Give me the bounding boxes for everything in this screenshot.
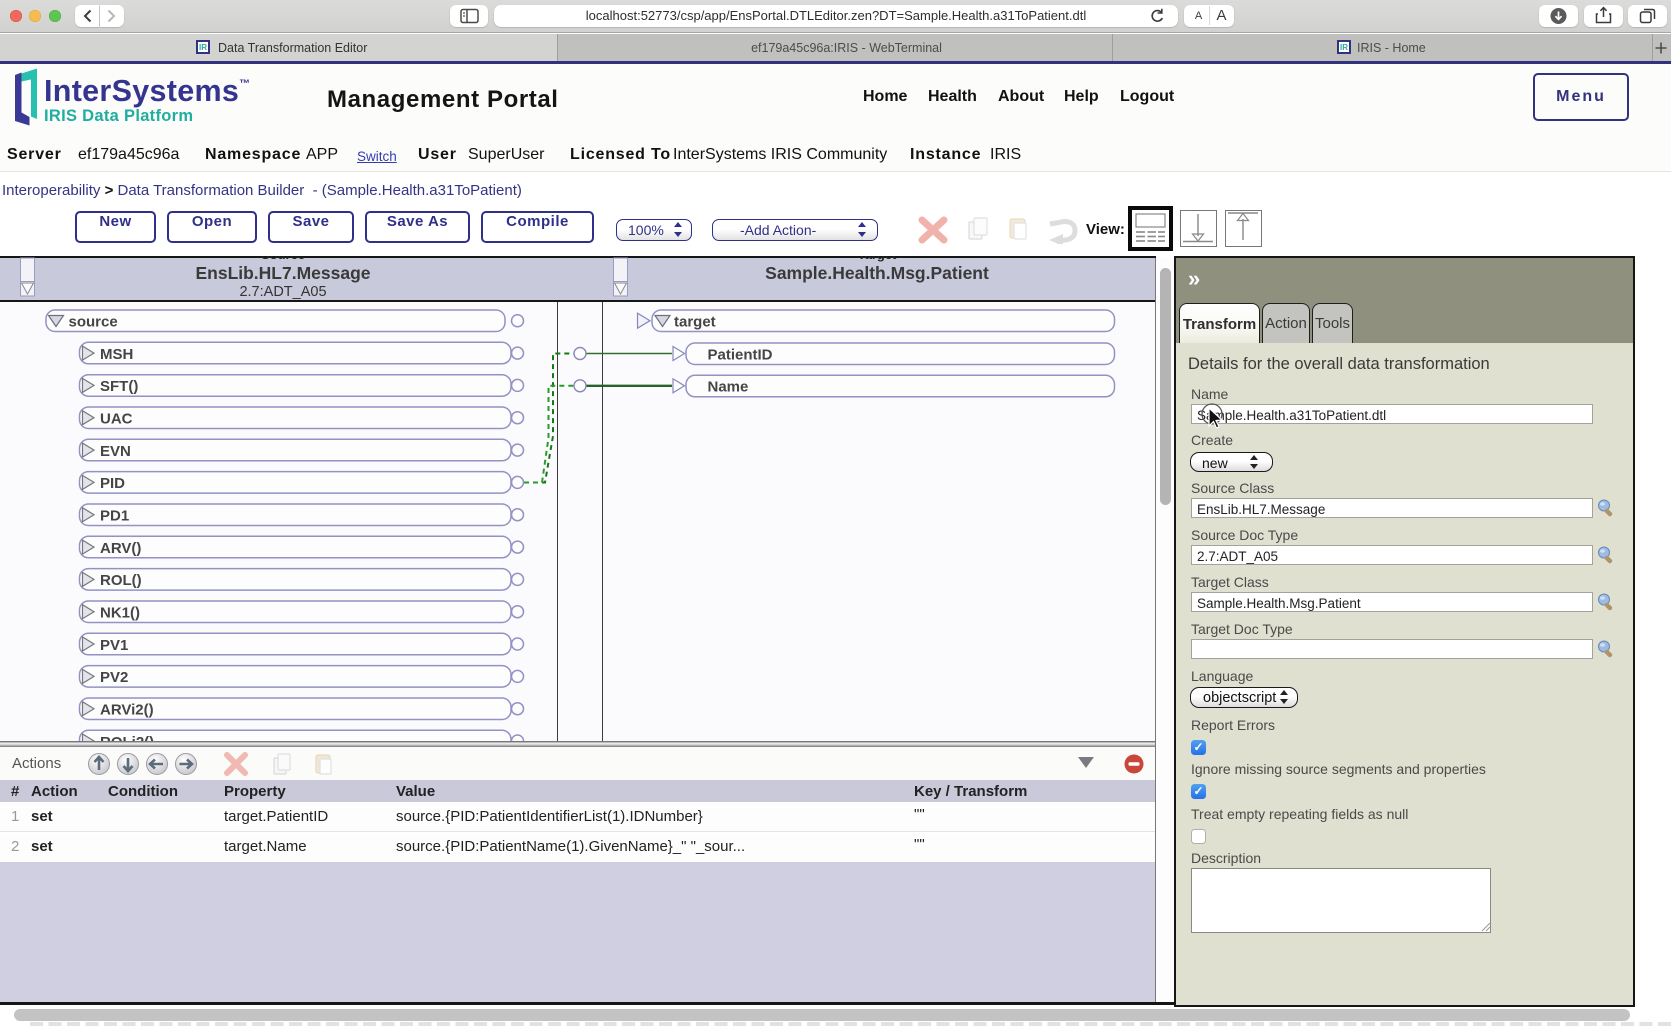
- svg-text:UAC: UAC: [100, 411, 133, 428]
- svg-text:PV1: PV1: [100, 637, 128, 654]
- svg-text:PatientID: PatientID: [708, 346, 773, 363]
- svg-text:ARV(): ARV(): [100, 540, 141, 557]
- svg-text:Sample.Health.Msg.Patient: Sample.Health.Msg.Patient: [765, 263, 989, 283]
- svg-text:EVN: EVN: [100, 443, 131, 460]
- svg-text:NK1(): NK1(): [100, 605, 140, 622]
- svg-text:2.7:ADT_A05: 2.7:ADT_A05: [239, 284, 326, 300]
- svg-text:MSH: MSH: [100, 346, 133, 363]
- svg-text:Name: Name: [708, 379, 749, 396]
- svg-text:PV2: PV2: [100, 669, 128, 686]
- svg-text:Source: Source: [261, 256, 305, 262]
- svg-text:EnsLib.HL7.Message: EnsLib.HL7.Message: [195, 263, 370, 283]
- svg-text:PD1: PD1: [100, 508, 129, 525]
- svg-text:Target: Target: [858, 256, 897, 262]
- svg-text:ROLi2(): ROLi2(): [100, 734, 154, 741]
- svg-text:source: source: [69, 314, 118, 331]
- svg-text:target: target: [674, 314, 716, 331]
- svg-text:SFT(): SFT(): [100, 378, 138, 395]
- svg-text:ROL(): ROL(): [100, 572, 142, 589]
- svg-text:ARVi2(): ARVi2(): [100, 702, 154, 719]
- svg-text:PID: PID: [100, 475, 125, 492]
